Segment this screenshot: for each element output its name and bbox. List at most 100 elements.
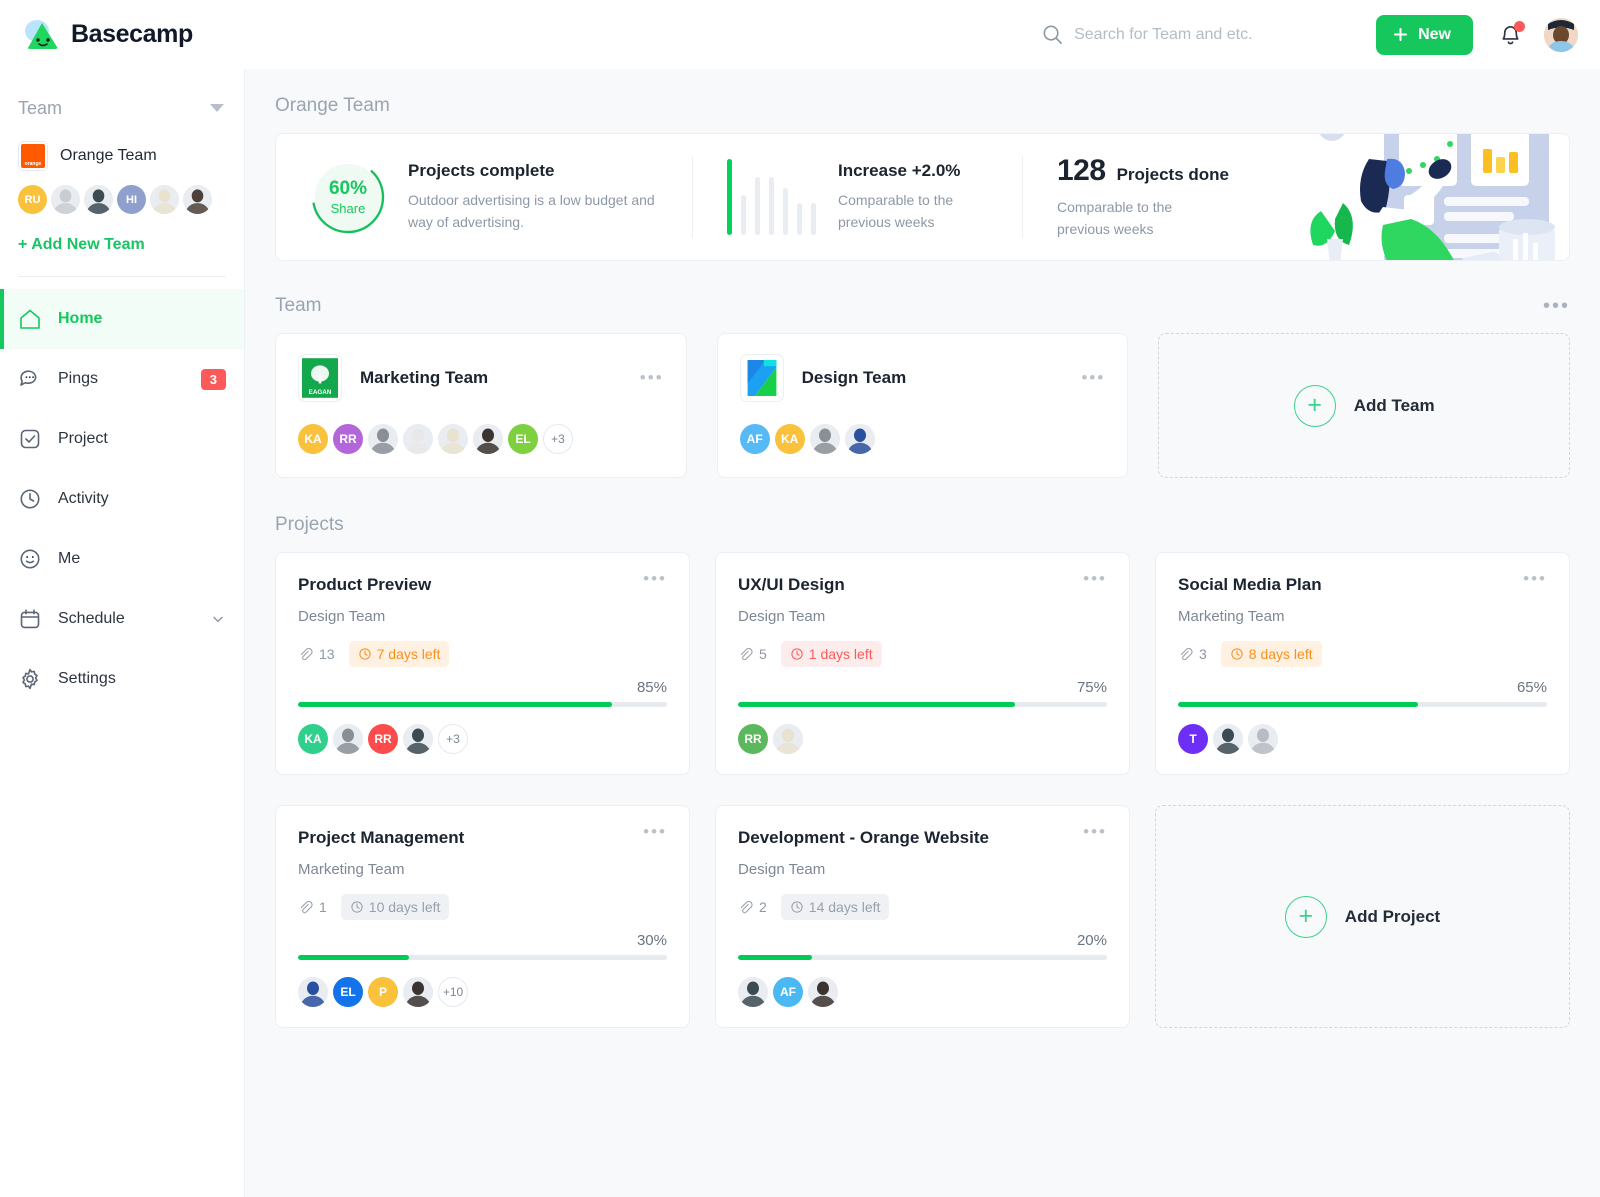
team-card-header: EAGANMarketing Team••• (298, 354, 664, 402)
due-label: 14 days left (809, 899, 881, 915)
avatar[interactable]: EL (508, 424, 538, 454)
avatar[interactable] (403, 724, 433, 754)
avatar[interactable] (403, 977, 433, 1007)
avatar[interactable] (738, 977, 768, 1007)
due-label: 1 days left (809, 646, 873, 662)
paperclip-icon (1178, 647, 1193, 662)
sidebar-current-team[interactable]: orange Orange Team (0, 125, 244, 171)
avatar[interactable]: KA (298, 424, 328, 454)
project-card[interactable]: Social Media Plan••• Marketing Team 38 day… (1155, 552, 1570, 775)
ellipsis-icon[interactable]: ••• (1543, 301, 1570, 311)
avatar[interactable]: RR (738, 724, 768, 754)
project-meta: 38 days left (1178, 641, 1547, 667)
team-card-name: Design Team (802, 368, 907, 388)
sidebar-item-pings[interactable]: Pings3 (0, 349, 244, 409)
sidebar-item-label: Activity (58, 490, 109, 508)
avatar[interactable]: RR (333, 424, 363, 454)
project-card[interactable]: Development - Orange Website•••Design Te… (715, 805, 1130, 1028)
avatar[interactable] (1213, 724, 1243, 754)
avatar[interactable] (1248, 724, 1278, 754)
avatar[interactable]: AF (740, 424, 770, 454)
avatar[interactable] (84, 185, 113, 214)
chevron-down-icon[interactable] (210, 611, 226, 627)
add-new-team-button[interactable]: + Add New Team (0, 214, 244, 254)
avatar[interactable] (333, 724, 363, 754)
notifications-button[interactable] (1499, 23, 1522, 47)
avatar[interactable] (773, 724, 803, 754)
new-button-label: New (1418, 26, 1451, 44)
avatar[interactable]: AF (773, 977, 803, 1007)
avatar[interactable] (403, 424, 433, 454)
sidebar-item-project[interactable]: Project (0, 409, 244, 469)
search-input[interactable] (1074, 26, 1334, 44)
project-card-header: Social Media Plan••• (1178, 575, 1547, 595)
orange-logo-text: orange (25, 160, 42, 168)
team-card[interactable]: Design Team ••• AFKA (717, 333, 1129, 478)
plus-circle-icon: + (1285, 896, 1327, 938)
avatar[interactable]: RU (18, 185, 47, 214)
ellipsis-icon[interactable]: ••• (1083, 828, 1107, 836)
avatar-overflow-count[interactable]: +10 (438, 977, 468, 1007)
sidebar-current-team-name: Orange Team (60, 147, 157, 165)
progress-percent: 20% (738, 932, 1107, 949)
ellipsis-icon[interactable]: ••• (643, 575, 667, 583)
sidebar-item-me[interactable]: Me (0, 529, 244, 589)
ellipsis-icon[interactable]: ••• (640, 374, 664, 382)
project-team: Marketing Team (1178, 608, 1547, 625)
add-project-card[interactable]: +Add Project (1155, 805, 1570, 1028)
avatar[interactable] (298, 977, 328, 1007)
sidebar-item-schedule[interactable]: Schedule (0, 589, 244, 649)
smiley-face-icon (18, 547, 42, 571)
avatar[interactable]: RR (368, 724, 398, 754)
stat-title: Projects complete (408, 161, 658, 181)
sidebar-item-settings[interactable]: Settings (0, 649, 244, 709)
project-card[interactable]: Project Management•••Marketing Team110 d… (275, 805, 690, 1028)
add-team-card[interactable]: +Add Team (1158, 333, 1570, 478)
avatar[interactable] (1544, 18, 1578, 52)
project-meta: 214 days left (738, 894, 1107, 920)
progress-bar (298, 702, 667, 707)
ellipsis-icon[interactable]: ••• (643, 828, 667, 836)
ellipsis-icon[interactable]: ••• (1523, 575, 1547, 583)
brand[interactable]: Basecamp (24, 18, 193, 51)
avatar[interactable] (368, 424, 398, 454)
avatar[interactable]: KA (775, 424, 805, 454)
avatar[interactable] (473, 424, 503, 454)
new-button[interactable]: New (1376, 15, 1473, 55)
blue-green-hourglass-logo (740, 354, 784, 402)
avatar[interactable]: T (1178, 724, 1208, 754)
project-name: Development - Orange Website (738, 828, 989, 848)
ellipsis-icon[interactable]: ••• (1081, 374, 1105, 382)
avatar[interactable]: EL (333, 977, 363, 1007)
team-card[interactable]: EAGANMarketing Team••• KARR EL+3 (275, 333, 687, 478)
attachment-count: 13 (298, 646, 335, 662)
sidebar-item-activity[interactable]: Activity (0, 469, 244, 529)
chevron-down-icon[interactable] (210, 104, 224, 112)
top-bar: Basecamp New (0, 0, 1600, 69)
sidebar-item-home[interactable]: Home (0, 289, 244, 349)
avatar[interactable]: KA (298, 724, 328, 754)
paperclip-icon (738, 647, 753, 662)
avatar[interactable]: P (368, 977, 398, 1007)
search-box[interactable] (1041, 23, 1334, 46)
project-card[interactable]: Product Preview•••Design Team137 days le… (275, 552, 690, 775)
avatar[interactable]: HI (117, 185, 146, 214)
avatar[interactable] (438, 424, 468, 454)
avatar[interactable] (808, 977, 838, 1007)
app-body: Team orange Orange Team RUHI + Add New T… (0, 69, 1600, 1197)
progress-bar (1178, 702, 1547, 707)
attachment-count-value: 3 (1199, 646, 1207, 662)
avatar-overflow-count[interactable]: +3 (438, 724, 468, 754)
donut-sublabel: Share (331, 201, 366, 216)
avatar-overflow-count[interactable]: +3 (543, 424, 573, 454)
avatar[interactable] (150, 185, 179, 214)
sidebar-divider (18, 276, 226, 277)
progress-area: 85% (298, 679, 667, 707)
avatar[interactable] (183, 185, 212, 214)
project-card[interactable]: UX/UI Design•••Design Team51 days left75… (715, 552, 1130, 775)
avatar[interactable] (51, 185, 80, 214)
progress-area: 65% (1178, 679, 1547, 707)
ellipsis-icon[interactable]: ••• (1083, 575, 1107, 583)
avatar[interactable] (845, 424, 875, 454)
avatar[interactable] (810, 424, 840, 454)
